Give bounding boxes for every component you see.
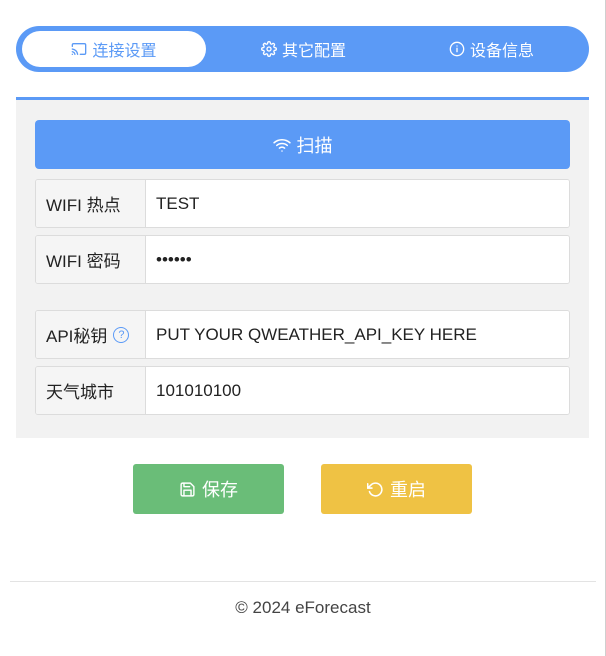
api-key-row: API秘钥 ?: [35, 310, 570, 359]
tab-other-config[interactable]: 其它配置: [226, 31, 381, 67]
wifi-password-label-text: WIFI 密码: [46, 252, 121, 271]
connection-settings-panel: 扫描 WIFI 热点 WIFI 密码 API秘钥 ? 天气城市: [16, 97, 589, 438]
wifi-ssid-input[interactable]: [146, 180, 569, 227]
footer-divider: [10, 581, 596, 582]
weather-city-label: 天气城市: [36, 367, 146, 414]
cast-icon: [71, 41, 87, 57]
scan-button[interactable]: 扫描: [35, 120, 570, 169]
info-icon: [449, 41, 465, 57]
footer-copyright: © 2024 eForecast: [235, 598, 371, 617]
wifi-icon: [272, 136, 291, 154]
wifi-ssid-label: WIFI 热点: [36, 180, 146, 227]
wifi-ssid-row: WIFI 热点: [35, 179, 570, 228]
tab-bar: 连接设置 其它配置 设备信息: [16, 26, 589, 72]
weather-city-row: 天气城市: [35, 366, 570, 415]
scan-button-label: 扫描: [296, 135, 333, 156]
save-button-label: 保存: [202, 480, 238, 500]
floppy-disk-icon: [179, 481, 196, 498]
tab-label: 其它配置: [281, 43, 346, 60]
tab-connection-settings[interactable]: 连接设置: [22, 31, 206, 67]
tab-label: 连接设置: [92, 43, 157, 60]
refresh-icon: [367, 481, 384, 498]
tab-device-info[interactable]: 设备信息: [414, 31, 569, 67]
wifi-password-input[interactable]: [146, 236, 569, 283]
gear-icon: [261, 41, 277, 57]
api-key-label: API秘钥 ?: [36, 311, 146, 358]
wifi-ssid-label-text: WIFI 热点: [46, 196, 121, 215]
config-page: 连接设置 其它配置 设备信息 扫描 WIFI 热点 TEST WIFI 密码 •…: [0, 0, 606, 656]
help-icon[interactable]: ?: [113, 326, 130, 343]
restart-button-label: 重启: [390, 480, 426, 500]
api-key-input[interactable]: [146, 311, 569, 358]
api-key-label-text: API秘钥: [46, 327, 108, 346]
save-button[interactable]: 保存: [133, 464, 284, 514]
weather-city-label-text: 天气城市: [46, 383, 114, 402]
wifi-password-row: WIFI 密码: [35, 235, 570, 284]
weather-city-input[interactable]: [146, 367, 569, 414]
tab-label: 设备信息: [469, 43, 534, 60]
wifi-password-label: WIFI 密码: [36, 236, 146, 283]
restart-button[interactable]: 重启: [321, 464, 472, 514]
